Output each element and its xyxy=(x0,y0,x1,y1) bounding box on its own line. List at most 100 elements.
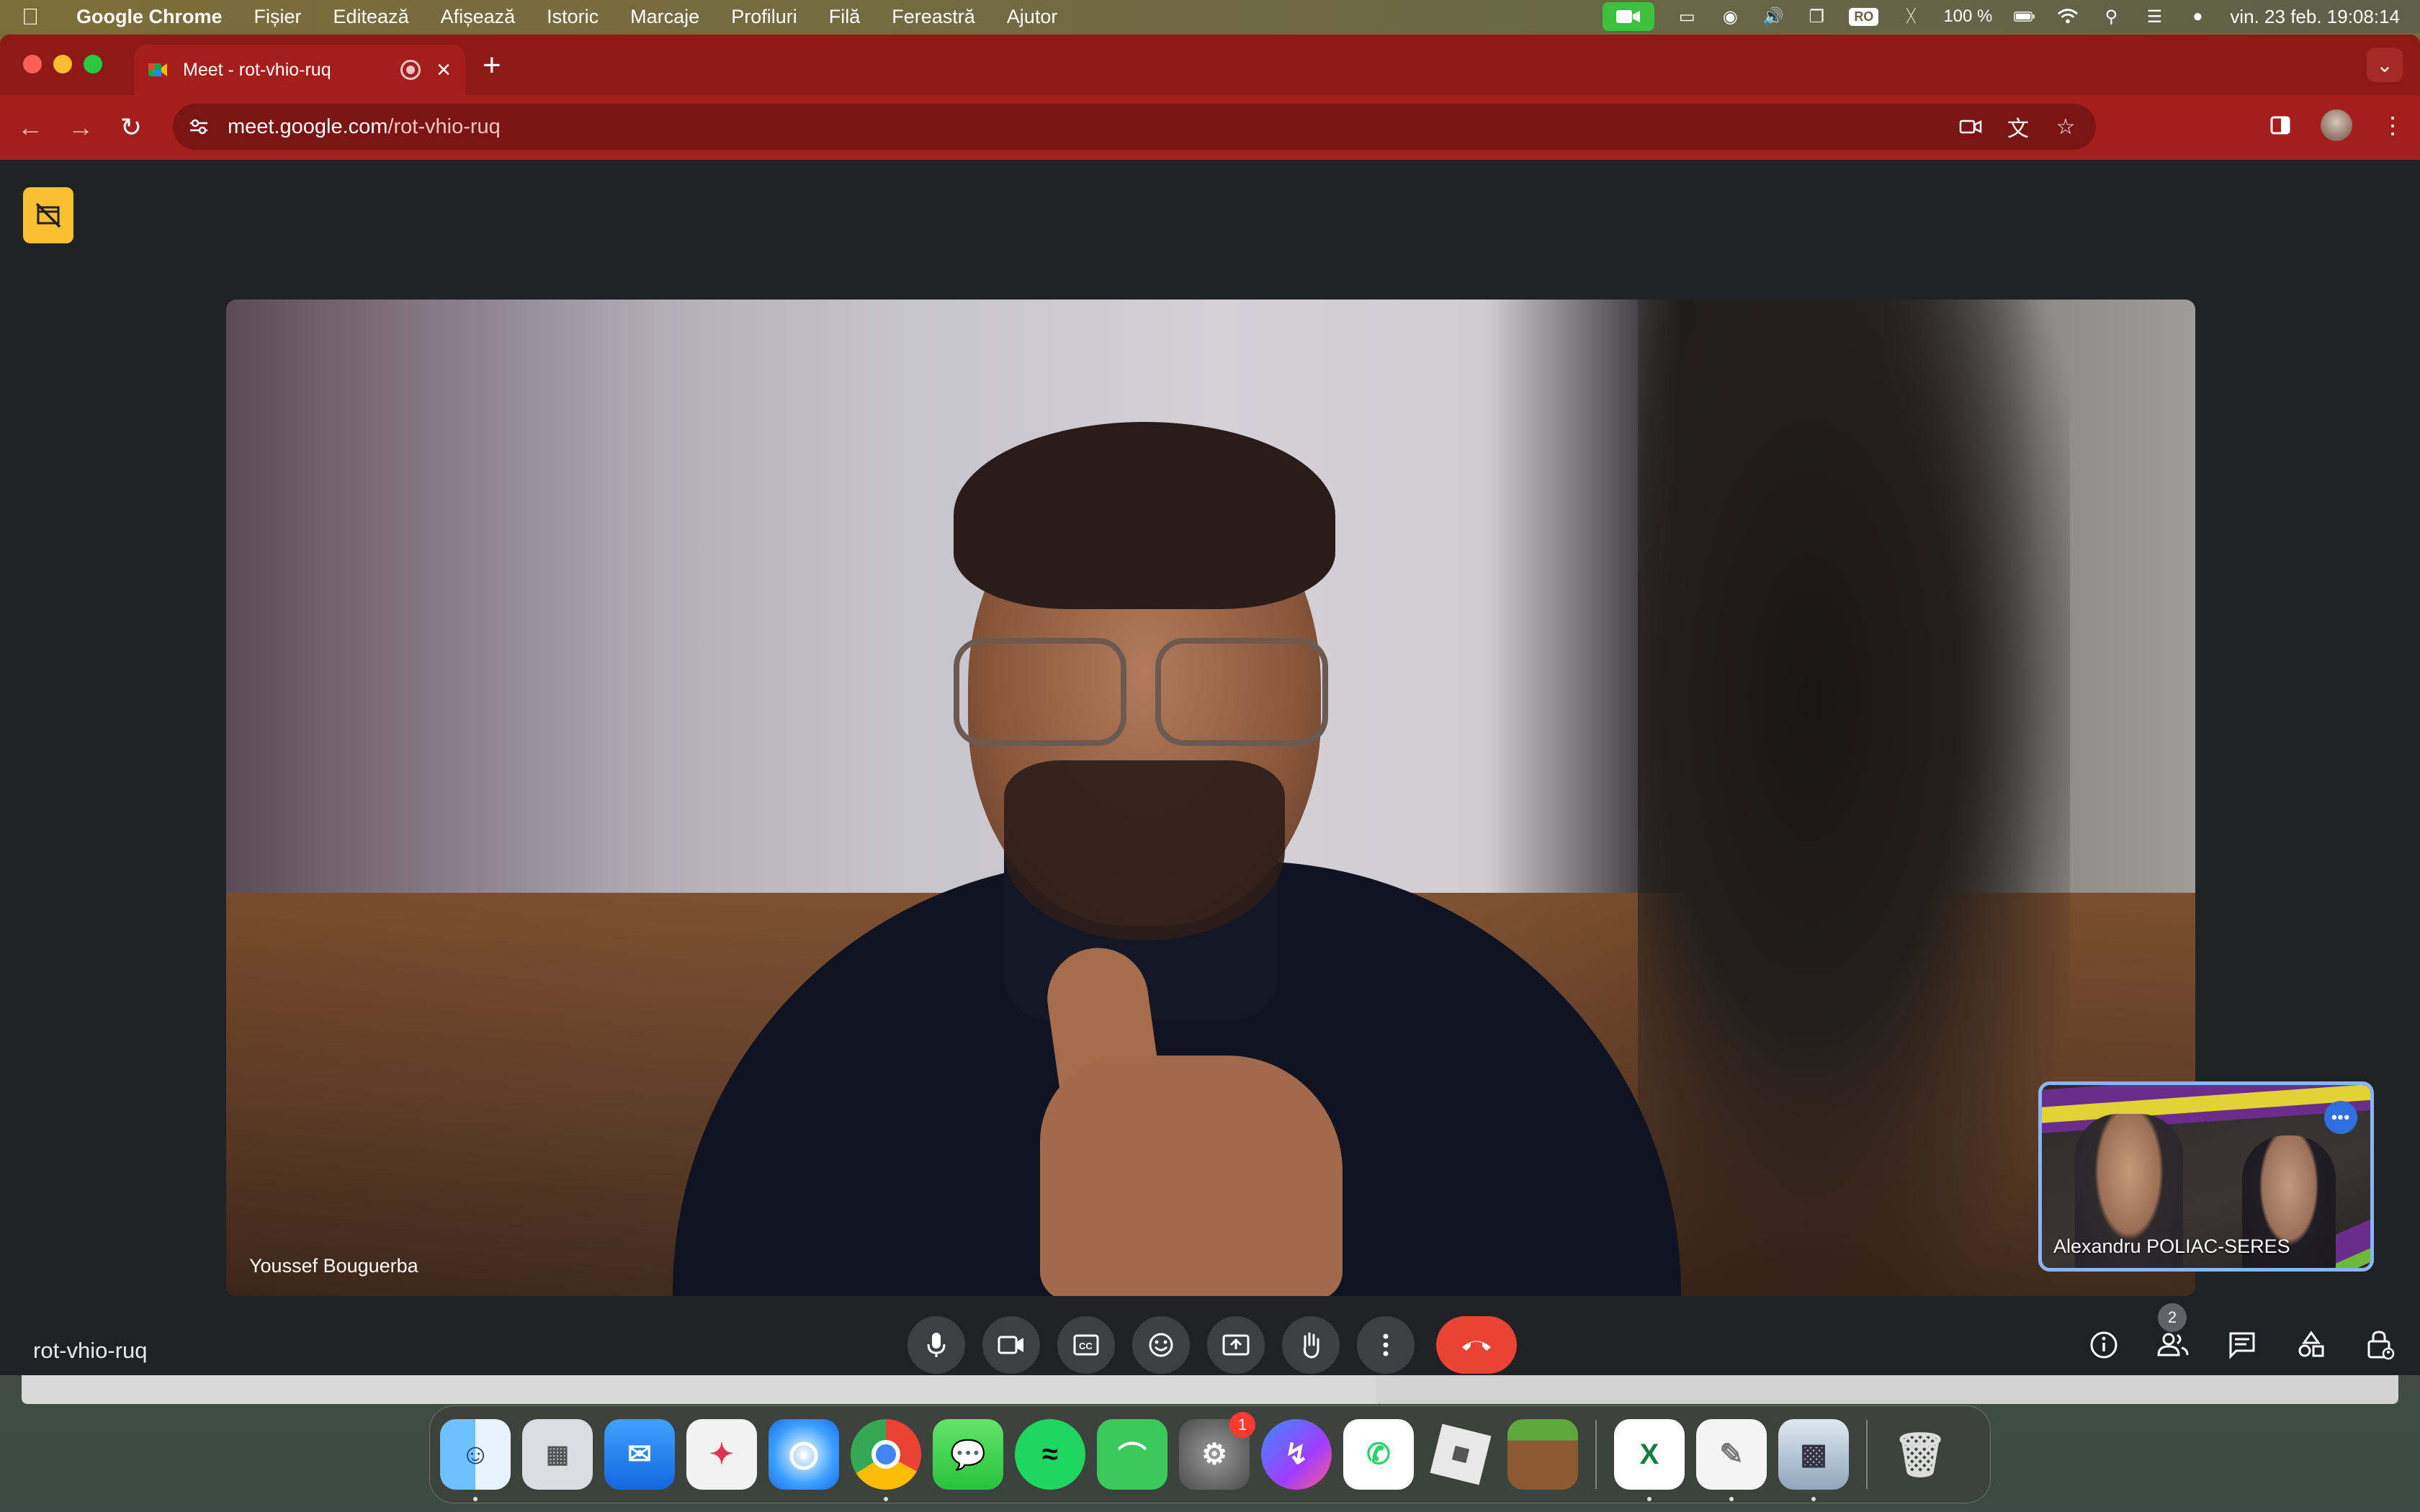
camera-button[interactable] xyxy=(982,1316,1040,1374)
more-options-button[interactable] xyxy=(1357,1316,1415,1374)
textedit-icon[interactable]: ✎ xyxy=(1696,1419,1767,1501)
chrome-window: Meet - rot-vhio-ruq × + ⌄ ← → ↻ meet.goo… xyxy=(0,35,2420,1375)
address-bar[interactable]: meet.google.com/rot-vhio-ruq 文 ☆ xyxy=(173,104,2096,150)
preview-icon[interactable]: ▩ xyxy=(1778,1419,1849,1501)
camera-in-use-icon[interactable] xyxy=(1603,2,1655,31)
macos-dock: ☺ ▦ ✉ ✦ ⨀ 💬 ≈ ⌒ ⚙ 1 ↯ ✆ X ✎ ▩ 🗑 xyxy=(429,1405,1991,1503)
affinity-icon[interactable]: ✦ xyxy=(686,1419,757,1490)
trash-icon[interactable]: 🗑 xyxy=(1885,1419,1955,1490)
fullscreen-window-button[interactable] xyxy=(84,55,102,73)
new-tab-button[interactable]: + xyxy=(483,48,501,84)
tab-meet[interactable]: Meet - rot-vhio-ruq × xyxy=(134,45,465,95)
safari-icon[interactable]: ⨀ xyxy=(768,1419,839,1490)
video-person-hair xyxy=(954,422,1335,609)
meet-favicon-icon xyxy=(147,59,169,81)
raise-hand-button[interactable] xyxy=(1282,1316,1340,1374)
people-icon xyxy=(2157,1333,2189,1356)
system-settings-icon[interactable]: ⚙ 1 xyxy=(1179,1412,1255,1490)
reload-button[interactable]: ↻ xyxy=(112,109,150,146)
omnibox-actions: 文 ☆ xyxy=(1958,114,2079,141)
cursor-app-icon[interactable]: ⌒ xyxy=(1097,1419,1168,1490)
main-participant-name: Youssef Bouguerba xyxy=(249,1255,418,1277)
menu-help[interactable]: Ajutor xyxy=(1007,6,1058,28)
launchpad-icon[interactable]: ▦ xyxy=(522,1419,593,1490)
background-window-edge xyxy=(1376,1375,2398,1404)
wifi-icon[interactable] xyxy=(2057,7,2079,26)
menu-tab[interactable]: Filă xyxy=(829,6,861,28)
spotlight-search-icon[interactable]: ⚲ xyxy=(2100,7,2122,27)
tile-more-options-icon[interactable]: ••• xyxy=(2324,1101,2357,1134)
stage-manager-icon[interactable]: ❐ xyxy=(1806,7,1827,27)
tab-close-icon[interactable]: × xyxy=(436,56,451,84)
meeting-code: rot-vhio-ruq xyxy=(33,1338,148,1363)
chrome-menu-icon[interactable]: ⋮ xyxy=(2380,109,2406,141)
menu-history[interactable]: Istoric xyxy=(547,6,599,28)
bluetooth-icon[interactable]: ᚷ xyxy=(1900,6,1922,26)
people-button[interactable]: 2 xyxy=(2155,1303,2191,1368)
screen-recording-icon[interactable]: ◉ xyxy=(1719,7,1741,27)
chrome-icon[interactable] xyxy=(851,1419,921,1501)
microphone-button[interactable] xyxy=(908,1316,965,1374)
menu-view[interactable]: Afișează xyxy=(441,6,516,28)
menu-edit[interactable]: Editează xyxy=(333,6,409,28)
svg-text:CC: CC xyxy=(1079,1341,1093,1351)
excel-icon[interactable]: X xyxy=(1614,1419,1685,1501)
meeting-details-button[interactable] xyxy=(2086,1322,2122,1368)
profile-avatar[interactable] xyxy=(2321,109,2352,141)
mail-icon[interactable]: ✉ xyxy=(604,1419,675,1490)
main-participant-video[interactable]: Youssef Bouguerba xyxy=(226,300,2195,1296)
camera-permission-icon[interactable] xyxy=(1958,114,1984,140)
bookmark-star-icon[interactable]: ☆ xyxy=(2053,114,2079,140)
keyboard-layout-badge[interactable]: RO xyxy=(1849,7,1879,26)
host-controls-button[interactable] xyxy=(2362,1322,2398,1368)
url-path: /rot-vhio-ruq xyxy=(387,114,501,138)
video-person-beard xyxy=(1004,760,1285,940)
url-text[interactable]: meet.google.com/rot-vhio-ruq xyxy=(228,115,501,139)
meeting-side-controls: 2 xyxy=(2086,1303,2398,1368)
spotify-icon[interactable]: ≈ xyxy=(1015,1419,1085,1490)
forward-button[interactable]: → xyxy=(62,109,99,146)
translate-icon[interactable]: 文 xyxy=(2005,114,2031,141)
tab-search-button[interactable]: ⌄ xyxy=(2367,48,2403,82)
close-window-button[interactable] xyxy=(23,55,42,73)
whatsapp-icon[interactable]: ✆ xyxy=(1343,1419,1414,1490)
battery-icon[interactable] xyxy=(2014,7,2035,26)
leave-call-button[interactable] xyxy=(1436,1316,1517,1374)
messenger-icon[interactable]: ↯ xyxy=(1261,1419,1332,1490)
menu-file[interactable]: Fișier xyxy=(254,6,302,28)
captions-button[interactable]: CC xyxy=(1057,1316,1115,1374)
site-info-icon[interactable] xyxy=(189,115,212,138)
tab-strip: Meet - rot-vhio-ruq × + ⌄ xyxy=(0,35,2420,95)
minimize-window-button[interactable] xyxy=(53,55,72,73)
self-video-tile[interactable]: ••• Alexandru POLIAC-SERES xyxy=(2038,1081,2374,1272)
reactions-button[interactable] xyxy=(1132,1316,1190,1374)
self-participant-name: Alexandru POLIAC-SERES xyxy=(2053,1236,2290,1257)
tab-recording-icon xyxy=(400,60,421,80)
menubar-clock[interactable]: vin. 23 feb. 19:08:14 xyxy=(2230,6,2400,28)
chat-button[interactable] xyxy=(2224,1322,2260,1368)
roblox-icon[interactable] xyxy=(1425,1419,1496,1490)
activities-button[interactable] xyxy=(2293,1322,2329,1368)
control-center-icon[interactable]: ☰ xyxy=(2143,7,2165,27)
meet-page: Youssef Bouguerba ••• Alexandru POLIAC-S… xyxy=(0,160,2420,1375)
present-screen-button[interactable] xyxy=(1207,1316,1265,1374)
menu-profiles[interactable]: Profiluri xyxy=(731,6,797,28)
menu-bookmarks[interactable]: Marcaje xyxy=(630,6,699,28)
siri-icon[interactable]: ● xyxy=(2187,6,2208,26)
finder-icon[interactable]: ☺ xyxy=(440,1419,511,1501)
video-shadow xyxy=(1638,300,2070,1296)
recording-notice-button[interactable] xyxy=(23,187,73,243)
screen-mirroring-icon[interactable]: ▭ xyxy=(1676,7,1698,27)
emoji-icon xyxy=(1149,1333,1173,1357)
minecraft-icon[interactable] xyxy=(1507,1419,1578,1490)
status-area: ▭ ◉ 🔊 ❐ RO ᚷ 100 % ⚲ ☰ ● vin. 23 feb. 19… xyxy=(1603,0,2400,33)
menu-app-name[interactable]: Google Chrome xyxy=(76,6,223,28)
participant-count-badge: 2 xyxy=(2158,1303,2187,1332)
volume-icon[interactable]: 🔊 xyxy=(1762,7,1784,27)
back-button[interactable]: ← xyxy=(12,109,49,146)
menu-window[interactable]: Fereastră xyxy=(892,6,975,28)
side-panel-icon[interactable] xyxy=(2267,109,2293,141)
messages-icon[interactable]: 💬 xyxy=(933,1419,1003,1490)
no-recording-icon xyxy=(35,202,61,228)
apple-menu-icon[interactable]:  xyxy=(22,4,62,30)
